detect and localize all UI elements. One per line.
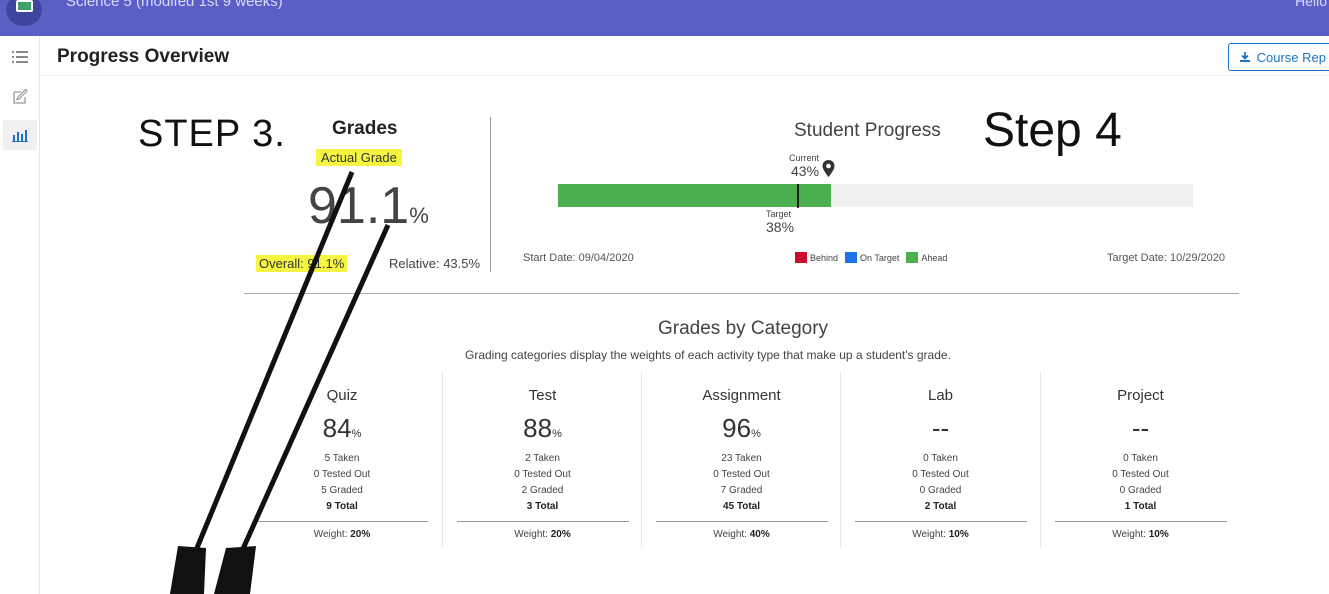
legend-label-ahead: Ahead [921, 252, 948, 263]
grade-number: 91.1 [308, 177, 410, 235]
category-total: 9 Total [326, 501, 358, 512]
actual-grade-value: 91.1% [308, 176, 429, 236]
progress-bar-track [558, 184, 1193, 207]
overall-grade: Overall: 91.1% [256, 255, 348, 272]
category-score: -- [1131, 413, 1150, 443]
grades-by-category-title: Grades by Category [658, 318, 829, 339]
legend-swatch-ahead [906, 252, 919, 263]
student-progress-title: Student Progress [794, 120, 941, 141]
category-name: Project [1117, 387, 1164, 404]
category-weight: Weight: 20% [514, 529, 571, 540]
category-tested-out: 0 Tested Out [713, 469, 770, 480]
progress-bar-fill [558, 184, 832, 207]
target-date: Target Date: 10/29/2020 [1107, 252, 1226, 264]
category-taken: 0 Taken [923, 453, 958, 464]
category-rule [855, 521, 1027, 522]
category-rule [1055, 521, 1227, 522]
category-weight: Weight: 40% [713, 529, 770, 540]
target-marker [797, 184, 799, 208]
legend-label-on-target: On Target [860, 252, 900, 263]
horizontal-divider [244, 293, 1239, 294]
category-total: 3 Total [526, 501, 559, 512]
side-nav [0, 36, 40, 594]
category-rule [457, 521, 629, 522]
category-score: 88% [523, 413, 562, 443]
category-score: -- [931, 413, 950, 443]
category-lab: Lab -- 0 Taken 0 Tested Out 0 Graded 2 T… [840, 372, 1040, 547]
category-weight: Weight: 10% [912, 529, 969, 540]
category-score: 84% [322, 413, 362, 443]
user-greeting[interactable]: Hello [1295, 0, 1327, 9]
category-tested-out: 0 Tested Out [912, 469, 969, 480]
actual-grade-label: Actual Grade [316, 149, 402, 166]
category-total: 2 Total [924, 501, 957, 512]
course-title: Science 5 (modifed 1st 9 weeks) [66, 0, 283, 10]
vertical-divider [490, 117, 491, 272]
page-header: Progress Overview Course Rep [41, 36, 1329, 76]
category-graded: 7 Graded [720, 485, 763, 496]
category-quiz: Quiz 84% 5 Taken 0 Tested Out 5 Graded 9… [242, 372, 442, 547]
category-graded: 0 Graded [919, 485, 962, 496]
category-rule [656, 521, 828, 522]
location-pin-icon [822, 160, 835, 177]
current-value: 43% [791, 163, 820, 179]
arrow-head-right [214, 546, 256, 594]
category-tested-out: 0 Tested Out [313, 469, 371, 480]
category-name: Assignment [702, 387, 781, 404]
grades-title: Grades [332, 118, 398, 139]
chart-icon[interactable] [3, 120, 37, 150]
start-date: Start Date: 09/04/2020 [523, 252, 634, 264]
category-total: 45 Total [722, 501, 761, 512]
category-name: Quiz [326, 387, 358, 404]
app-logo-icon[interactable] [6, 0, 42, 26]
legend-swatch-on-target [845, 252, 858, 263]
category-rule [256, 521, 428, 522]
category-weight: Weight: 20% [313, 529, 371, 540]
category-taken: 2 Taken [525, 453, 560, 464]
target-label: Target [766, 209, 792, 219]
category-assignment: Assignment 96% 23 Taken 0 Tested Out 7 G… [641, 372, 841, 547]
arrow-head-left [170, 546, 206, 594]
category-taken: 5 Taken [324, 453, 360, 464]
category-taken: 0 Taken [1123, 453, 1158, 464]
page-title: Progress Overview [57, 46, 230, 67]
category-name: Lab [927, 387, 954, 404]
category-graded: 5 Graded [321, 485, 363, 496]
category-graded: 0 Graded [1119, 485, 1162, 496]
target-value: 38% [766, 219, 795, 235]
step3-annotation: STEP 3. [138, 113, 286, 155]
legend-swatch-behind [795, 252, 807, 263]
category-weight: Weight: 10% [1112, 529, 1169, 540]
category-taken: 23 Taken [721, 453, 762, 464]
step4-annotation: Step 4 [983, 104, 1122, 157]
category-graded: 2 Graded [521, 485, 564, 496]
legend-label-behind: Behind [810, 252, 839, 263]
grades-by-category-subtitle: Grading categories display the weights o… [465, 348, 951, 362]
category-tested-out: 0 Tested Out [1112, 469, 1169, 480]
category-tested-out: 0 Tested Out [514, 469, 571, 480]
list-icon[interactable] [3, 42, 37, 72]
course-report-button[interactable]: Course Rep [1227, 43, 1329, 71]
download-icon [1239, 52, 1250, 62]
grade-percent-sign: % [409, 203, 429, 228]
category-project: Project -- 0 Taken 0 Tested Out 0 Graded… [1040, 372, 1240, 547]
category-name: Test [528, 387, 557, 404]
current-label: Current [789, 153, 820, 163]
top-bar: Science 5 (modifed 1st 9 weeks) Hello [0, 0, 1329, 36]
relative-grade: Relative: 43.5% [389, 256, 481, 271]
category-score: 96% [722, 413, 761, 443]
category-total: 1 Total [1124, 501, 1157, 512]
course-report-label: Course Rep [1256, 49, 1326, 65]
category-test: Test 88% 2 Taken 0 Tested Out 2 Graded 3… [442, 372, 642, 547]
edit-icon[interactable] [3, 81, 37, 111]
progress-legend: Behind On Target Ahead [795, 252, 954, 263]
